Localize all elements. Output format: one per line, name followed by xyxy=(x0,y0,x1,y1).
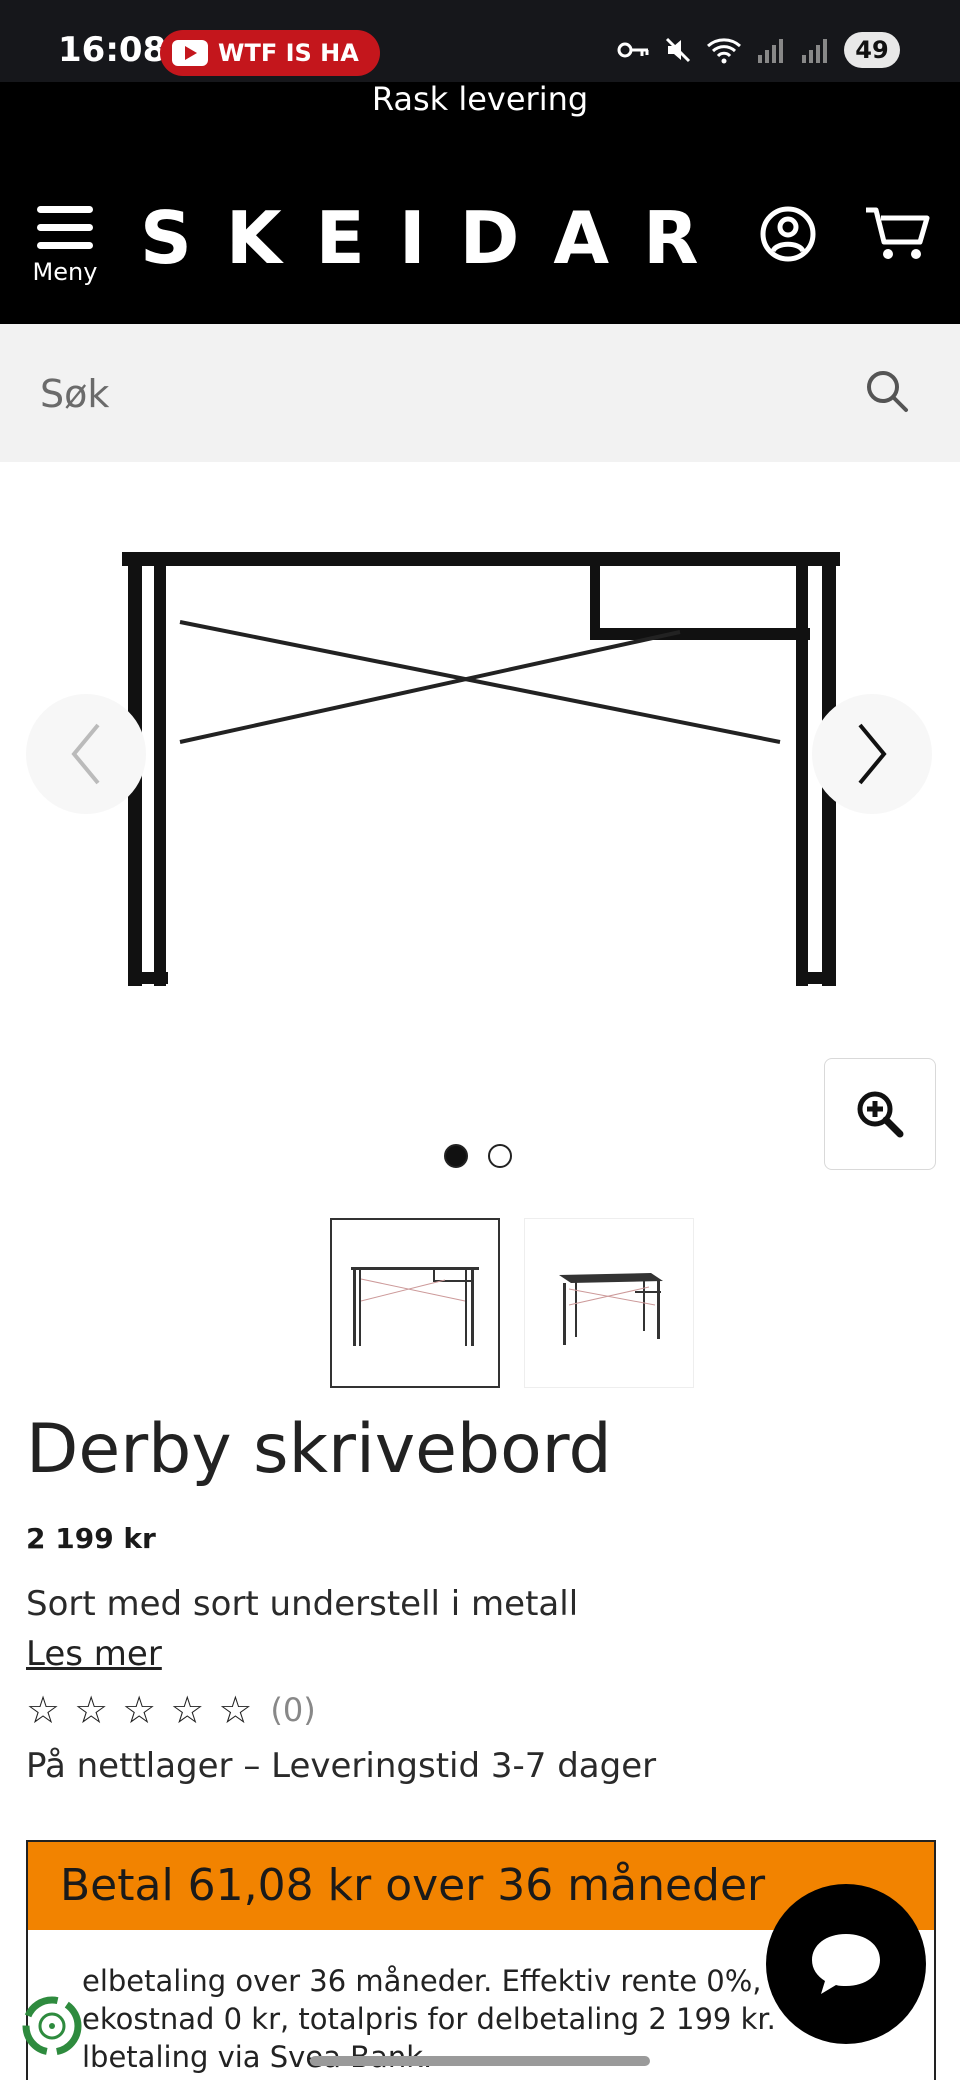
promo-banner: Rask levering xyxy=(0,82,960,144)
prev-image-button[interactable] xyxy=(26,694,146,814)
slide-dot-1[interactable] xyxy=(444,1144,468,1168)
status-time: 16:08 xyxy=(58,30,167,70)
site-logo[interactable]: SKEIDAR xyxy=(140,196,733,280)
chat-bubble-icon xyxy=(812,1934,880,1994)
youtube-notification-pill[interactable]: WTF IS HA xyxy=(160,30,380,76)
recycle-icon[interactable] xyxy=(16,1990,88,2062)
thumbnail-image-2 xyxy=(559,1273,663,1345)
home-indicator[interactable] xyxy=(310,2056,650,2066)
cart-icon xyxy=(866,207,930,259)
thumbnail-image-1 xyxy=(351,1267,479,1346)
rating-count: (0) xyxy=(270,1691,316,1729)
search-icon xyxy=(867,371,908,412)
chat-button[interactable] xyxy=(766,1884,926,2044)
chevron-right-icon xyxy=(858,723,887,785)
user-icon xyxy=(760,206,816,262)
thumbnail-2[interactable] xyxy=(524,1218,694,1388)
mute-icon xyxy=(665,37,691,63)
status-icons: 49 xyxy=(616,32,900,68)
menu-label: Meny xyxy=(32,258,98,286)
notification-text: WTF IS HA xyxy=(218,39,359,67)
account-button[interactable] xyxy=(758,204,818,264)
thumbnail-1[interactable] xyxy=(330,1218,500,1388)
menu-button[interactable]: Meny xyxy=(30,206,100,286)
star-icon-4: ☆ xyxy=(170,1688,205,1732)
wifi-icon xyxy=(707,38,741,64)
zoom-button[interactable] xyxy=(824,1058,936,1170)
status-bar: 16:08 WTF IS HA 49 xyxy=(0,0,960,82)
chevron-left-icon xyxy=(71,723,100,785)
financing-details: elbetaling over 36 måneder. Effektiv ren… xyxy=(82,1964,776,2074)
product-rating[interactable]: ☆ ☆ ☆ ☆ ☆ (0) xyxy=(26,1690,316,1730)
cart-button[interactable] xyxy=(864,204,930,264)
site-header: Meny SKEIDAR xyxy=(0,144,960,324)
product-description: Sort med sort understell i metall xyxy=(26,1584,579,1624)
star-icon-1: ☆ xyxy=(26,1688,61,1732)
star-icon-3: ☆ xyxy=(122,1688,157,1732)
star-icon-5: ☆ xyxy=(218,1688,253,1732)
key-icon xyxy=(617,42,649,58)
zoom-in-icon xyxy=(857,1091,904,1138)
star-icon-2: ☆ xyxy=(74,1688,109,1732)
read-more-link[interactable]: Les mer xyxy=(26,1634,162,1674)
youtube-icon xyxy=(172,40,208,66)
product-title: Derby skrivebord xyxy=(26,1410,612,1489)
stock-status: På nettlager – Leveringstid 3-7 dager xyxy=(26,1746,657,1786)
slide-indicators xyxy=(444,1144,512,1168)
battery-indicator: 49 xyxy=(844,32,900,68)
product-price: 2 199 kr xyxy=(26,1522,156,1555)
search-button[interactable] xyxy=(862,366,912,420)
slide-dot-2[interactable] xyxy=(488,1144,512,1168)
product-image[interactable] xyxy=(110,502,850,1022)
search-input[interactable] xyxy=(40,364,840,424)
thumbnail-strip xyxy=(330,1218,694,1388)
signal-icon xyxy=(758,39,783,63)
hamburger-icon xyxy=(30,206,100,249)
product-gallery xyxy=(0,462,960,1212)
next-image-button[interactable] xyxy=(812,694,932,814)
search-bar xyxy=(0,324,960,462)
signal-icon-2 xyxy=(802,39,827,63)
